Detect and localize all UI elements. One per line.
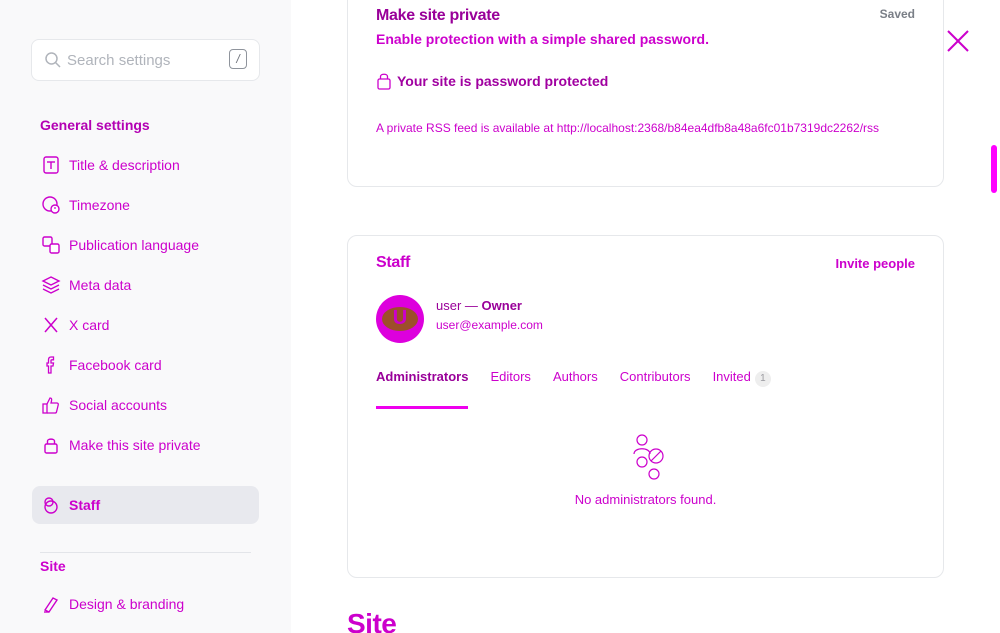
user-role: Owner — [481, 298, 522, 313]
brush-icon — [40, 593, 62, 615]
private-site-card: Make site private Saved Enable protectio… — [347, 0, 944, 187]
scrollbar-thumb[interactable] — [991, 145, 997, 193]
invited-count-badge: 1 — [754, 371, 771, 387]
no-users-icon — [633, 434, 664, 480]
tab-administrators[interactable]: Administrators — [376, 369, 469, 409]
sidebar-item-label: Staff — [69, 497, 101, 513]
sidebar-divider — [40, 552, 251, 553]
staff-icon — [40, 494, 62, 516]
empty-state-text: No administrators found. — [574, 492, 717, 507]
private-card-subtitle: Enable protection with a simple shared p… — [376, 31, 709, 47]
sidebar-item-label: Make this site private — [69, 437, 201, 453]
user-name: user — [436, 298, 462, 313]
sidebar-item-staff[interactable]: Staff — [32, 486, 259, 524]
sidebar-item-make-site-private[interactable]: Make this site private — [40, 435, 259, 455]
sidebar-item-timezone[interactable]: Timezone — [40, 195, 259, 215]
rss-feed-text: A private RSS feed is available at http:… — [376, 121, 880, 135]
sidebar-item-label: Facebook card — [69, 357, 162, 373]
sidebar-item-facebook-card[interactable]: Facebook card — [40, 355, 259, 375]
invite-people-button[interactable]: Invite people — [836, 256, 915, 271]
sidebar-item-label: Timezone — [69, 197, 130, 213]
x-icon — [40, 314, 62, 336]
lock-icon — [377, 73, 391, 90]
private-card-title: Make site private — [376, 7, 500, 24]
settings-sidebar: Search settings / General settings Title… — [0, 0, 291, 633]
tab-editors[interactable]: Editors — [490, 369, 530, 409]
search-box[interactable]: Search settings / — [31, 39, 260, 81]
meta-data-icon — [40, 274, 62, 296]
sidebar-item-social-accounts[interactable]: Social accounts — [40, 395, 259, 415]
sidebar-item-label: X card — [69, 317, 110, 333]
avatar-initial: U — [392, 307, 408, 329]
timezone-icon — [40, 194, 62, 216]
sidebar-item-label: Title & description — [69, 157, 180, 173]
password-protected-text: Your site is password protected — [397, 73, 609, 89]
avatar[interactable]: U — [376, 295, 424, 343]
general-settings-title: General settings — [40, 117, 150, 133]
search-input[interactable]: Search settings — [67, 52, 170, 69]
search-shortcut-key: / — [229, 49, 247, 69]
staff-card: Staff Invite people U user — Owner user@… — [347, 235, 944, 578]
saved-status: Saved — [879, 7, 915, 21]
search-icon — [45, 52, 61, 68]
tab-contributors[interactable]: Contributors — [620, 369, 691, 409]
close-icon[interactable] — [946, 29, 970, 53]
name-role-separator: — — [461, 298, 482, 313]
site-group-title: Site — [40, 558, 66, 574]
sidebar-item-label: Publication language — [69, 237, 199, 253]
title-icon — [40, 154, 62, 176]
sidebar-item-meta-data[interactable]: Meta data — [40, 275, 259, 295]
sidebar-item-publication-language[interactable]: Publication language — [40, 235, 259, 255]
thumbs-up-icon — [40, 394, 62, 416]
sidebar-item-title-description[interactable]: Title & description — [40, 155, 259, 175]
sidebar-item-label: Meta data — [69, 277, 132, 293]
sidebar-item-design-branding[interactable]: Design & branding — [40, 594, 259, 614]
user-name-role[interactable]: user — Owner — [436, 298, 522, 313]
staff-tabs: Administrators Editors Authors Contribut… — [376, 369, 793, 409]
site-section-heading: Site — [347, 608, 397, 633]
sidebar-item-label: Design & branding — [69, 596, 185, 612]
user-email: user@example.com — [436, 318, 543, 332]
tab-authors[interactable]: Authors — [553, 369, 598, 409]
password-protected-row: Your site is password protected — [377, 72, 608, 90]
facebook-icon — [40, 354, 62, 376]
lock-icon — [40, 434, 62, 456]
language-icon — [40, 234, 62, 256]
sidebar-item-x-card[interactable]: X card — [40, 315, 259, 335]
tab-invited[interactable]: Invited 1 — [713, 369, 771, 409]
sidebar-item-label: Social accounts — [69, 397, 168, 413]
staff-card-title: Staff — [376, 254, 411, 271]
